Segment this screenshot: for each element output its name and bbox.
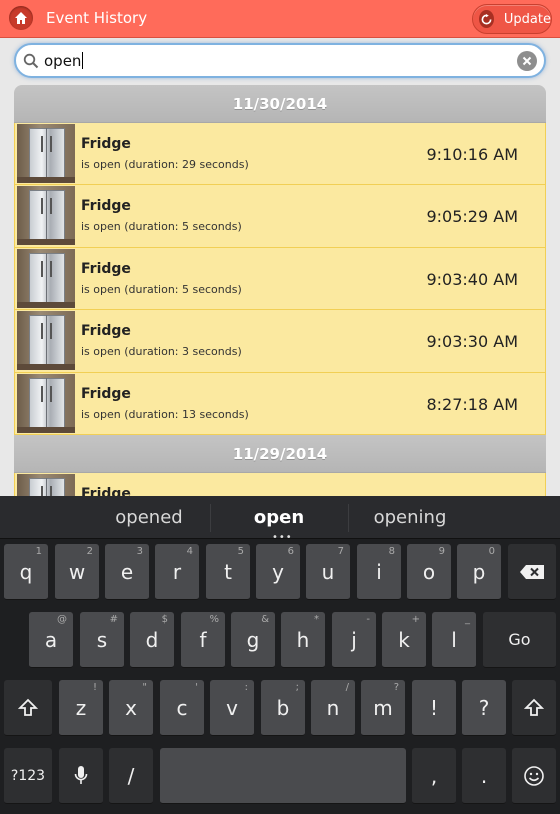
backspace-icon [520, 564, 544, 579]
key-n[interactable]: n / [311, 680, 355, 736]
home-icon [15, 12, 27, 24]
key-e[interactable]: e3 [105, 544, 149, 600]
fridge-thumbnail [17, 248, 75, 308]
comma-key[interactable]: , [412, 748, 456, 804]
app-header: Event History Update [0, 0, 560, 38]
key-c[interactable]: c ' [160, 680, 204, 736]
event-time: 9:10:16 AM [426, 145, 518, 164]
event-row[interactable]: Fridge is open (duration: 5 seconds) 9:0… [14, 185, 546, 248]
update-label: Update [503, 11, 551, 27]
event-row[interactable]: Fridge [14, 472, 546, 496]
key-v[interactable]: v: [210, 680, 254, 736]
suggestion-separator [348, 504, 349, 532]
date-divider: 11/29/2014 [14, 434, 546, 473]
update-button[interactable]: Update [472, 4, 552, 34]
key-g[interactable]: g & [231, 612, 275, 668]
shift-key-left[interactable] [4, 680, 52, 736]
event-row[interactable]: Fridge is open (duration: 5 seconds) 9:0… [14, 247, 546, 311]
voice-input-key[interactable] [59, 748, 103, 804]
key-d[interactable]: d $ [130, 612, 174, 668]
key-exclamation[interactable]: ! [412, 680, 456, 736]
home-button[interactable] [9, 6, 33, 30]
key-k[interactable]: k + [382, 612, 426, 668]
event-time: 9:05:29 AM [426, 207, 518, 227]
text-caret [82, 52, 84, 69]
event-description: is open (duration: 29 seconds) [81, 158, 249, 171]
event-description: is open (duration: 13 seconds) [81, 407, 249, 421]
key-o[interactable]: o9 [407, 544, 451, 600]
event-device: Fridge [81, 323, 131, 340]
close-icon [522, 56, 532, 66]
key-r[interactable]: r4 [155, 544, 199, 600]
key-x[interactable]: x " [109, 680, 153, 736]
event-device: Fridge [81, 136, 131, 152]
key-u[interactable]: u7 [306, 544, 350, 600]
suggestion-strip: opened open ••• opening [0, 496, 560, 543]
key-z[interactable]: z! [59, 680, 103, 736]
slash-key[interactable]: / [109, 748, 153, 804]
period-key[interactable]: . [462, 748, 506, 804]
key-h[interactable]: h * [281, 612, 325, 668]
suggestion-opened[interactable]: opened [100, 507, 198, 528]
suggestion-open[interactable]: open [230, 507, 328, 528]
event-description: is open (duration: 5 seconds) [81, 220, 242, 234]
microphone-icon [74, 765, 88, 784]
shift-icon [524, 698, 544, 716]
event-row[interactable]: Fridge is open (duration: 3 seconds) 9:0… [14, 310, 546, 373]
soft-keyboard: opened open ••• opening q1 w2 e3 r4 t5 y… [0, 496, 560, 814]
key-p[interactable]: p0 [457, 544, 501, 600]
key-l[interactable]: l _ [432, 612, 476, 668]
event-description: is open (duration: 5 seconds) [81, 282, 242, 296]
event-device: Fridge [81, 260, 131, 277]
key-question[interactable]: ? [462, 680, 506, 736]
event-list[interactable]: 11/30/2014 Fridge is open (duration: 29 … [14, 85, 546, 496]
key-j[interactable]: j- [332, 612, 376, 668]
suggestion-separator [210, 504, 211, 532]
event-time: 9:03:40 AM [426, 269, 518, 289]
key-s[interactable]: s # [80, 612, 124, 668]
page-title: Event History [46, 9, 148, 27]
emoji-key[interactable] [512, 748, 556, 804]
fridge-thumbnail [17, 186, 75, 246]
search-input[interactable]: open [14, 43, 546, 78]
key-i[interactable]: i8 [357, 544, 401, 600]
shift-key-right[interactable] [512, 680, 556, 736]
key-q[interactable]: q1 [4, 544, 48, 600]
fridge-thumbnail [17, 311, 75, 371]
event-description: is open (duration: 3 seconds) [81, 345, 242, 359]
event-time: 8:27:18 AM [426, 394, 518, 414]
event-device: Fridge [81, 385, 131, 402]
event-time: 9:03:30 AM [426, 332, 518, 352]
shift-icon [18, 698, 38, 716]
backspace-key[interactable] [508, 544, 556, 600]
fridge-thumbnail [17, 124, 75, 183]
event-device: Fridge [81, 485, 131, 496]
clear-search-button[interactable] [517, 51, 537, 71]
symbols-key[interactable]: ?123 [4, 748, 52, 804]
key-m[interactable]: m? [361, 680, 405, 736]
event-device: Fridge [81, 198, 131, 215]
key-y[interactable]: y6 [256, 544, 300, 600]
suggestion-opening[interactable]: opening [360, 507, 460, 528]
date-divider: 11/30/2014 [14, 85, 546, 123]
smiley-icon [524, 765, 544, 786]
key-a[interactable]: a @ [29, 612, 73, 668]
space-key[interactable] [160, 748, 406, 804]
key-f[interactable]: f% [181, 612, 225, 668]
refresh-icon [479, 10, 494, 28]
search-value: open [44, 52, 82, 70]
fridge-thumbnail [17, 473, 75, 496]
key-t[interactable]: t5 [206, 544, 250, 600]
go-key[interactable]: Go [483, 612, 556, 668]
key-b[interactable]: b; [261, 680, 305, 736]
key-w[interactable]: w2 [55, 544, 99, 600]
fridge-thumbnail [17, 373, 75, 433]
search-icon [23, 53, 39, 69]
event-row[interactable]: Fridge is open (duration: 13 seconds) 8:… [14, 372, 546, 435]
event-row[interactable]: Fridge is open (duration: 29 seconds) 9:… [14, 123, 546, 186]
more-suggestions-dots: ••• [272, 532, 293, 543]
